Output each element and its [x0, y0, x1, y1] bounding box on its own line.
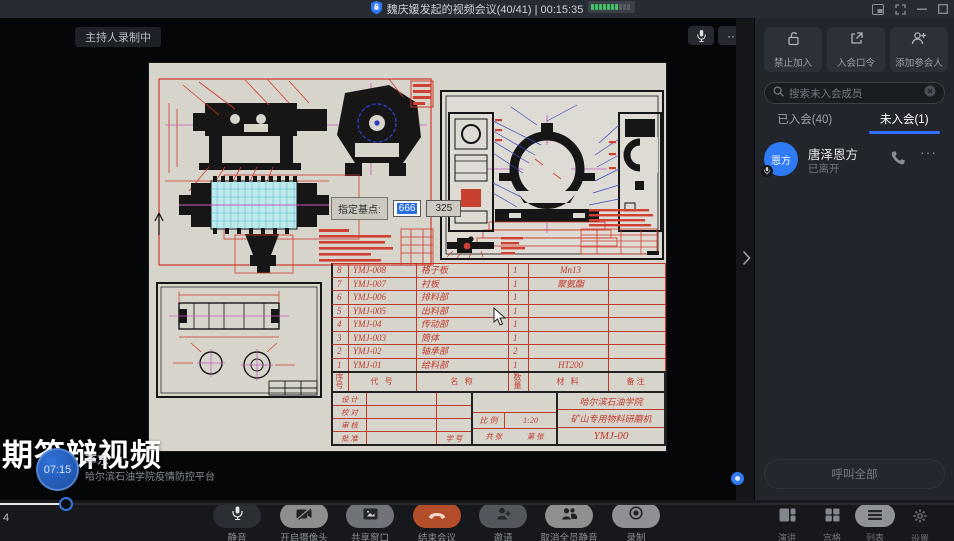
member-panel: 禁止加入 入会口令 添加参会人 搜索未入会成员: [755, 18, 954, 500]
table-row: 3YMJ-003筒体1: [331, 331, 666, 345]
video-stage: 主持人录制中 ···: [0, 18, 754, 500]
grid-layout-icon: [825, 508, 840, 527]
meeting-code-button[interactable]: 入会口令: [827, 27, 885, 72]
title-block-school: 哈尔滨石油学院: [558, 393, 664, 410]
people-unmute-icon: [561, 507, 578, 525]
tab-not-joined[interactable]: 未入会(1): [855, 110, 954, 132]
cad-part-detail-drawing: [157, 283, 321, 397]
title-bar: 魏庆媛发起的视频会议(40/41) | 00:15:35: [0, 0, 954, 18]
stage-mic-button[interactable]: [688, 26, 714, 45]
pip-mode-icon[interactable]: [872, 4, 884, 15]
list-view-button[interactable]: 列表: [852, 504, 898, 541]
cad-bearing-drawing: [441, 91, 663, 259]
player-progress-done: [0, 503, 61, 505]
person-add-icon: [911, 31, 927, 51]
clear-search-icon[interactable]: [924, 84, 936, 102]
unmute-all-button[interactable]: 取消全员静音: [533, 503, 605, 541]
table-row: 8YMJ-008格子板1Mn13: [331, 263, 666, 277]
share-link-icon: [849, 31, 864, 51]
cad-parts-table-header: 序号 代 号 名 称 数量 材 料 备注: [331, 371, 666, 391]
player-progress-bar[interactable]: [0, 503, 954, 505]
volume-meter: [588, 1, 635, 13]
page-indicator: 4: [3, 512, 9, 524]
share-window-button[interactable]: 共享窗口: [334, 503, 406, 541]
record-icon: [629, 506, 643, 525]
chevron-right-icon[interactable]: [739, 246, 754, 270]
mic-icon: [232, 506, 243, 525]
basepoint-label: 指定基点:: [331, 197, 388, 220]
meeting-window: 魏庆媛发起的视频会议(40/41) | 00:15:35 主持人录制中 ···: [0, 0, 954, 541]
table-row: 6YMJ-006排料部1: [331, 290, 666, 304]
table-row: 1YMJ-01给料部1HT200: [331, 358, 666, 372]
player-progress-handle[interactable]: [59, 497, 73, 511]
member-more-icon[interactable]: ···: [920, 144, 937, 160]
bottom-toolbar: 钉钉 静音 开启摄像头 共享窗口: [0, 500, 954, 541]
shared-screen-cad-sheet: 8YMJ-008格子板1Mn13 7YMJ-007衬板1聚氨酯 6YMJ-006…: [148, 62, 667, 452]
forbid-join-button[interactable]: 禁止加入: [764, 27, 822, 72]
add-participant-button[interactable]: 添加参会人: [890, 27, 948, 72]
table-row: 2YMJ-02轴承部2: [331, 344, 666, 358]
gear-icon: [913, 509, 927, 528]
fullscreen-icon[interactable]: [895, 4, 906, 15]
minimize-icon[interactable]: [917, 4, 927, 14]
hang-up-icon: [428, 507, 446, 525]
speaker-organization: 哈尔滨石油学院疫情防控平台: [85, 468, 215, 483]
avatar: 恩方: [764, 142, 798, 176]
search-icon: [773, 84, 784, 102]
basepoint-y-field[interactable]: 325: [426, 200, 461, 217]
speaker-name: 李东: [85, 451, 109, 468]
maximize-icon[interactable]: [938, 4, 948, 14]
cad-assembly-view: [155, 79, 433, 273]
basepoint-x-field[interactable]: 666: [393, 200, 422, 217]
title-block-product: 矿山专用物料研磨机: [558, 410, 664, 427]
tab-joined[interactable]: 已入会(40): [755, 110, 855, 132]
record-button[interactable]: 录制: [600, 503, 672, 541]
mute-button[interactable]: 静音: [201, 503, 273, 541]
invite-person-icon: [496, 507, 511, 525]
share-window-icon: [363, 507, 378, 525]
speaker-layout-icon: [779, 508, 796, 527]
cad-basepoint-tooltip: 指定基点: 666 325: [331, 197, 461, 220]
grid-view-button[interactable]: 宫格: [810, 504, 854, 541]
end-meeting-button[interactable]: 结束会议: [401, 503, 473, 541]
invite-button[interactable]: 邀请: [467, 503, 539, 541]
assistant-badge-icon[interactable]: [731, 472, 744, 485]
mouse-cursor: [493, 307, 506, 331]
speaker-avatar: 07:15: [36, 448, 79, 491]
member-list-item[interactable]: 恩方 唐泽恩方 已离开 ···: [764, 142, 945, 182]
lock-open-icon: [786, 31, 801, 51]
camera-button[interactable]: 开启摄像头: [268, 503, 340, 541]
mic-muted-badge-icon: [761, 165, 773, 177]
title-block-drawing-no: YMJ-00: [558, 428, 664, 444]
table-row: 7YMJ-007衬板1聚氨酯: [331, 277, 666, 291]
host-recording-badge: 主持人录制中: [75, 27, 161, 47]
meeting-title: 魏庆媛发起的视频会议(40/41) | 00:15:35: [387, 1, 584, 17]
search-member-input[interactable]: 搜索未入会成员: [764, 82, 945, 104]
shield-lock-icon: [371, 1, 382, 17]
cad-title-block: 设 计 校 对 审 核 批 准学 号 比 例1:20 共 张第 张 哈尔滨石油学…: [331, 391, 666, 446]
speaker-view-button[interactable]: 演讲: [765, 504, 809, 541]
member-status: 已离开: [808, 161, 840, 176]
settings-button[interactable]: 设置: [898, 504, 942, 541]
call-all-button[interactable]: 呼叫全部: [764, 459, 945, 489]
phone-call-icon[interactable]: [890, 150, 906, 171]
camera-off-icon: [296, 507, 312, 525]
list-layout-icon: [868, 507, 882, 525]
